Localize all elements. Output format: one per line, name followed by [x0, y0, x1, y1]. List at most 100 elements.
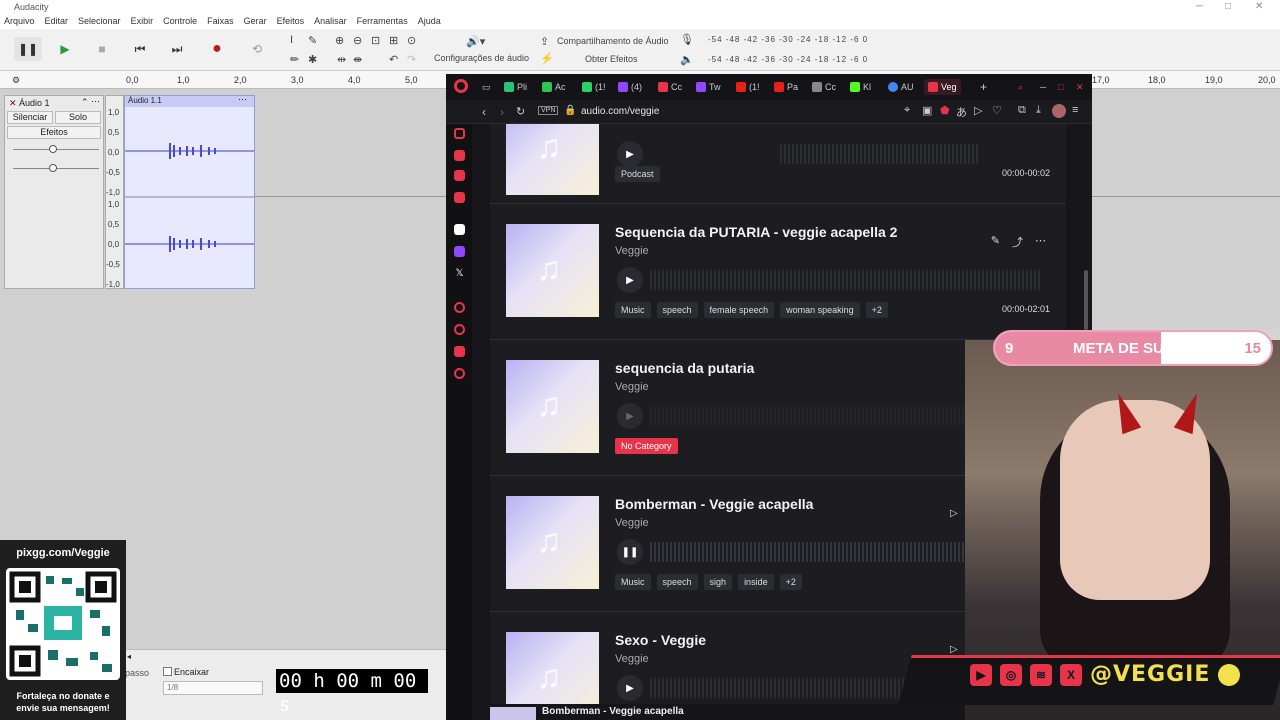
heart-icon[interactable]: ♡ — [992, 104, 1002, 117]
menu-selecionar[interactable]: Selecionar — [78, 14, 121, 29]
menu-controle[interactable]: Controle — [163, 14, 197, 29]
close-browser-icon[interactable]: ✕ — [1076, 79, 1084, 95]
play-next-icon[interactable]: ▷ — [950, 644, 958, 655]
tab-6[interactable]: Tw — [696, 79, 721, 95]
add-icon[interactable] — [454, 302, 465, 313]
snap-select[interactable]: 1/8 — [163, 681, 263, 695]
download-icon[interactable]: ⤓ — [1036, 104, 1041, 117]
audio-setup-icon[interactable]: 🔊▾ — [466, 35, 485, 48]
track-artwork[interactable]: ♫ — [506, 124, 599, 195]
track-title[interactable]: Sexo - Veggie — [615, 632, 706, 648]
snapshot-icon[interactable]: ▣ — [922, 104, 932, 117]
track-close-icon[interactable]: ✕ — [9, 98, 17, 109]
reload-icon[interactable]: ↻ — [516, 105, 525, 118]
list-item[interactable]: ♫ Sequencia da PUTARIA - veggie acapella… — [490, 204, 1066, 340]
history-icon[interactable] — [454, 324, 465, 335]
record-button[interactable]: ● — [203, 37, 231, 61]
track-artist[interactable]: Veggie — [615, 381, 649, 393]
edit-icon[interactable]: ✎ — [991, 234, 1000, 250]
track-artwork[interactable]: ♫ — [506, 496, 599, 589]
track-artist[interactable]: Veggie — [615, 653, 649, 665]
play-next-icon[interactable]: ▷ — [950, 508, 958, 519]
minimize-browser-icon[interactable]: ─ — [1040, 79, 1046, 95]
track-title[interactable]: Sequencia da PUTARIA - veggie acapella 2 — [615, 224, 897, 240]
shield-icon[interactable]: ⬟ — [940, 104, 950, 117]
tab-1[interactable]: Pli — [504, 79, 527, 95]
audio-config-label[interactable]: Configurações de áudio — [434, 53, 529, 63]
pan-slider-handle[interactable] — [49, 164, 57, 172]
list-item[interactable]: ♫ ▶ Podcast 00:00-00:02 — [490, 124, 1066, 204]
gain-slider-handle[interactable] — [49, 145, 57, 153]
new-tab-icon[interactable]: + — [980, 79, 987, 95]
waveform[interactable] — [125, 107, 254, 288]
menu-ajuda[interactable]: Ajuda — [418, 14, 441, 29]
mute-button[interactable]: Silenciar — [7, 111, 53, 124]
tracks-area-right[interactable] — [1092, 89, 1280, 329]
draw-tool-icon[interactable]: ✏ — [290, 53, 299, 66]
menu-analisar[interactable]: Analisar — [314, 14, 347, 29]
h-scroll-left-icon[interactable]: ◂ — [127, 652, 131, 661]
tag[interactable]: Music — [615, 302, 651, 318]
playback-meter-scale[interactable]: -54 -48 -42 -36 -30 -24 -18 -12 -6 0 — [708, 55, 868, 64]
tag[interactable]: No Category — [615, 438, 678, 454]
stop-button[interactable]: ■ — [88, 37, 116, 61]
track-name[interactable]: Áudio 1 — [19, 98, 50, 108]
tag[interactable]: woman speaking — [780, 302, 860, 318]
pin-icon[interactable]: ⌖ — [904, 104, 910, 117]
plugin-icon[interactable]: ⚡ — [540, 52, 554, 65]
clip-name[interactable]: Áudio 1.1 — [128, 96, 162, 105]
pause-button[interactable]: ❚❚ — [617, 539, 643, 565]
x-icon[interactable]: 𝕏 — [454, 268, 465, 279]
search-tabs-icon[interactable]: ⌕ — [1018, 79, 1023, 95]
menu-ferramentas[interactable]: Ferramentas — [357, 14, 408, 29]
pinboard-icon[interactable] — [454, 346, 465, 357]
effects-button[interactable]: Efeitos — [7, 126, 101, 139]
menu-editar[interactable]: Editar — [45, 14, 69, 29]
now-playing-title[interactable]: Bomberman - Veggie acapella — [542, 706, 684, 717]
fit-project-icon[interactable]: ⊞ — [389, 34, 398, 47]
track-menu-icon[interactable]: ⋯ — [91, 96, 100, 107]
tag[interactable]: +2 — [779, 574, 802, 590]
tag[interactable]: speech — [656, 302, 698, 318]
share-icon[interactable]: ⤴ — [1012, 234, 1023, 250]
maximize-icon[interactable]: □ — [1225, 0, 1231, 14]
play-button[interactable]: ▶ — [617, 675, 643, 701]
tab-11[interactable]: AU — [888, 79, 914, 95]
tag[interactable]: Music — [615, 574, 651, 590]
url-field[interactable]: audio.com/veggie — [581, 106, 659, 117]
tab-4[interactable]: (4) — [618, 79, 642, 95]
now-playing-bar[interactable]: Bomberman - Veggie acapella — [490, 704, 966, 720]
maximize-browser-icon[interactable]: □ — [1058, 79, 1063, 95]
tag[interactable]: speech — [656, 574, 698, 590]
track-artist[interactable]: Veggie — [615, 517, 649, 529]
sidebar-app-icon[interactable] — [454, 150, 465, 161]
clip-header[interactable]: Áudio 1.1 ⋯ — [125, 94, 254, 107]
redo-icon[interactable]: ↷ — [407, 53, 416, 66]
whatsapp-icon[interactable] — [454, 192, 465, 203]
settings-icon[interactable] — [454, 368, 465, 379]
content-scrollbar[interactable] — [1084, 270, 1088, 330]
menu-exibir[interactable]: Exibir — [131, 14, 154, 29]
play-button[interactable]: ▶ — [617, 141, 643, 167]
tag[interactable]: female speech — [703, 302, 775, 318]
undo-icon[interactable]: ↶ — [389, 53, 398, 66]
zoom-out-icon[interactable]: ⊖ — [353, 34, 362, 47]
lock-icon[interactable]: 🔒 — [564, 105, 576, 116]
translate-icon[interactable]: あ — [956, 104, 967, 120]
menu-gerar[interactable]: Gerar — [244, 14, 267, 29]
share-audio-button[interactable]: Compartilhamento de Áudio — [557, 36, 669, 46]
loop-button[interactable]: ⟲ — [243, 37, 271, 61]
tag[interactable]: Podcast — [615, 166, 660, 182]
record-meter-scale[interactable]: -54 -48 -42 -36 -30 -24 -18 -12 -6 0 — [708, 35, 868, 44]
waveform[interactable] — [650, 270, 1040, 290]
tab-12-active[interactable]: Veg — [924, 79, 961, 95]
track-title[interactable]: sequencia da putaria — [615, 360, 754, 376]
audio-clip[interactable]: Áudio 1.1 ⋯ — [124, 94, 255, 289]
clip-menu-icon[interactable]: ⋯ — [238, 94, 247, 105]
tab-7[interactable]: (1! — [736, 79, 760, 95]
waveform[interactable] — [780, 144, 980, 164]
play-button[interactable]: ▶ — [617, 267, 643, 293]
messenger-icon[interactable] — [454, 170, 465, 181]
play-button[interactable]: ▶ — [617, 403, 643, 429]
get-effects-button[interactable]: Obter Efeitos — [585, 54, 638, 64]
